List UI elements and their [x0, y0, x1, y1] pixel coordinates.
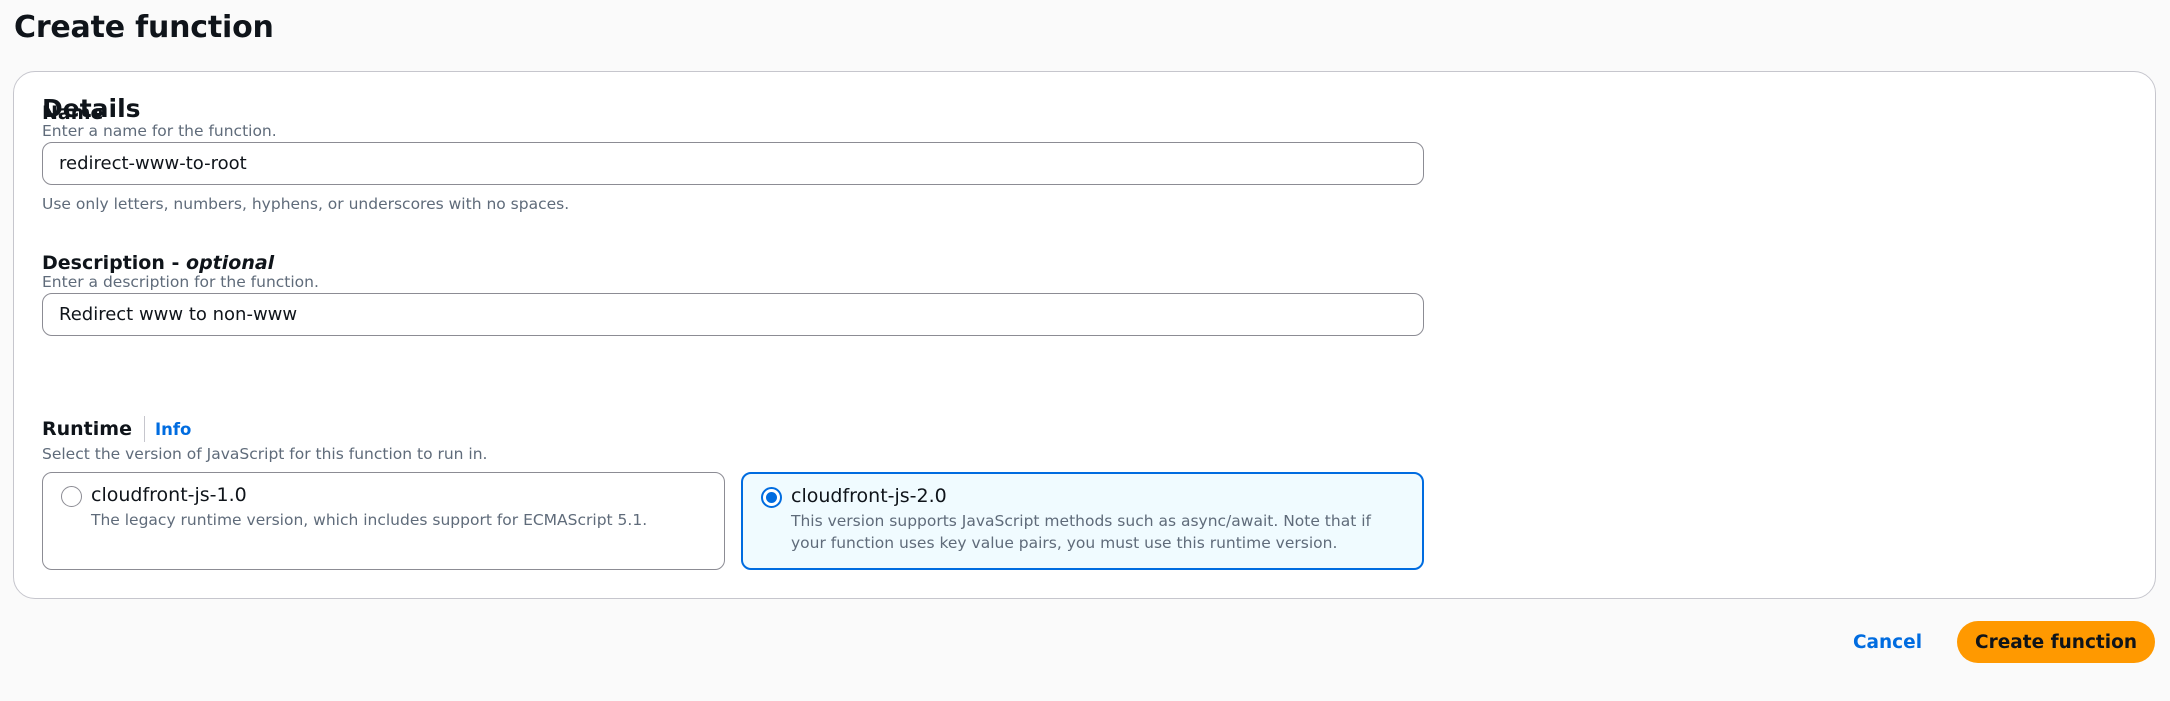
cancel-button[interactable]: Cancel — [1830, 622, 1945, 662]
runtime-label: Runtime — [42, 418, 132, 440]
runtime-option-label: cloudfront-js-1.0 — [91, 484, 247, 506]
runtime-label-row: Runtime Info — [42, 415, 191, 443]
details-container: Details Name Enter a name for the functi… — [13, 71, 2156, 599]
name-constraint-text: Use only letters, numbers, hyphens, or u… — [42, 195, 570, 213]
radio-dot-icon — [766, 492, 777, 503]
name-description: Enter a name for the function. — [42, 122, 277, 140]
create-function-button[interactable]: Create function — [1957, 621, 2155, 663]
radio-unselected-icon[interactable] — [61, 486, 82, 507]
runtime-option-description: This version supports JavaScript methods… — [791, 512, 1371, 552]
runtime-option-cloudfront-js-1-0[interactable]: cloudfront-js-1.0 The legacy runtime ver… — [42, 472, 725, 570]
name-input[interactable] — [42, 142, 1424, 185]
runtime-option-cloudfront-js-2-0[interactable]: cloudfront-js-2.0 This version supports … — [741, 472, 1424, 570]
runtime-option-label: cloudfront-js-2.0 — [791, 485, 947, 507]
runtime-description: Select the version of JavaScript for thi… — [42, 445, 488, 463]
runtime-option-description: The legacy runtime version, which includ… — [91, 511, 648, 529]
runtime-label-divider — [143, 416, 145, 442]
description-description: Enter a description for the function. — [42, 273, 319, 291]
radio-selected-icon[interactable] — [761, 487, 782, 508]
page-title: Create function — [14, 10, 274, 45]
runtime-info-link[interactable]: Info — [155, 420, 191, 439]
description-input[interactable] — [42, 293, 1424, 336]
